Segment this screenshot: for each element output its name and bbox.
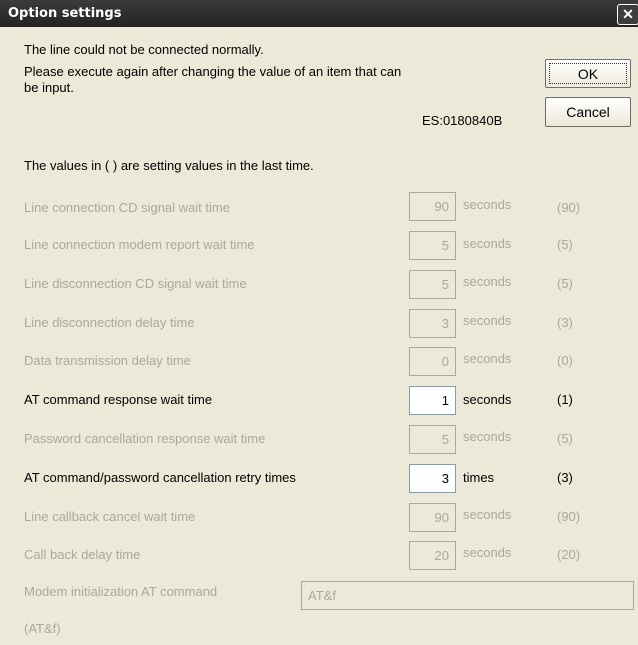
setting-previous-value: (3) <box>557 470 573 485</box>
setting-previous-value: (3) <box>557 315 573 330</box>
setting-input-line-disconnection-cd-wait <box>409 270 456 299</box>
setting-input-call-back-delay <box>409 541 456 570</box>
ok-button[interactable]: OK <box>545 59 631 88</box>
setting-unit: seconds <box>463 429 512 444</box>
setting-input-data-transmission-delay <box>409 347 456 376</box>
modem-init-label: Modem initialization AT command <box>24 584 218 599</box>
setting-input-retry-times[interactable] <box>409 464 456 493</box>
modem-init-previous-value: (AT&f) <box>24 621 61 636</box>
previous-values-note: The values in ( ) are setting values in … <box>24 158 314 173</box>
setting-input-line-connection-modem-report-wait <box>409 231 456 260</box>
setting-unit: seconds <box>463 236 512 251</box>
setting-unit: seconds <box>463 545 512 560</box>
setting-input-line-disconnection-delay <box>409 309 456 338</box>
setting-label-at-command-response-wait: AT command response wait time <box>24 392 213 407</box>
setting-input-password-cancellation-response-wait <box>409 425 456 454</box>
setting-unit: seconds <box>463 351 512 366</box>
setting-input-line-connection-cd-wait <box>409 192 456 221</box>
setting-label-line-callback-cancel-wait: Line callback cancel wait time <box>24 509 196 524</box>
setting-previous-value: (5) <box>557 431 573 446</box>
error-message-line: The line could not be connected normally… <box>24 42 264 57</box>
setting-unit: seconds <box>463 392 512 407</box>
setting-label-call-back-delay: Call back delay time <box>24 547 141 562</box>
setting-label-retry-times: AT command/password cancellation retry t… <box>24 470 296 485</box>
setting-input-at-command-response-wait[interactable] <box>409 386 456 415</box>
setting-unit: seconds <box>463 197 512 212</box>
modem-init-input <box>301 581 634 610</box>
setting-label-line-connection-modem-report-wait: Line connection modem report wait time <box>24 237 255 252</box>
setting-previous-value: (5) <box>557 276 573 291</box>
setting-label-line-disconnection-cd-wait: Line disconnection CD signal wait time <box>24 276 247 291</box>
error-instruction-text: Please execute again after changing the … <box>24 64 402 95</box>
setting-unit: times <box>463 470 495 485</box>
option-settings-dialog: Option settings ✕ The line could not be … <box>0 0 638 645</box>
setting-previous-value: (0) <box>557 353 573 368</box>
error-code: ES:0180840B <box>422 113 503 128</box>
setting-unit: seconds <box>463 274 512 289</box>
setting-label-line-disconnection-delay: Line disconnection delay time <box>24 315 195 330</box>
cancel-button[interactable]: Cancel <box>545 97 631 127</box>
close-icon[interactable]: ✕ <box>617 4 638 25</box>
setting-unit: seconds <box>463 313 512 328</box>
setting-previous-value: (1) <box>557 392 573 407</box>
setting-unit: seconds <box>463 507 512 522</box>
setting-input-line-callback-cancel-wait <box>409 503 456 532</box>
setting-previous-value: (90) <box>557 200 581 215</box>
title-bar: Option settings ✕ <box>0 0 638 27</box>
setting-previous-value: (5) <box>557 237 573 252</box>
setting-previous-value: (90) <box>557 509 581 524</box>
setting-label-password-cancellation-response-wait: Password cancellation response wait time <box>24 431 266 446</box>
setting-label-data-transmission-delay: Data transmission delay time <box>24 353 191 368</box>
window-title: Option settings <box>8 6 122 21</box>
setting-label-line-connection-cd-wait: Line connection CD signal wait time <box>24 200 230 215</box>
setting-previous-value: (20) <box>557 547 581 562</box>
